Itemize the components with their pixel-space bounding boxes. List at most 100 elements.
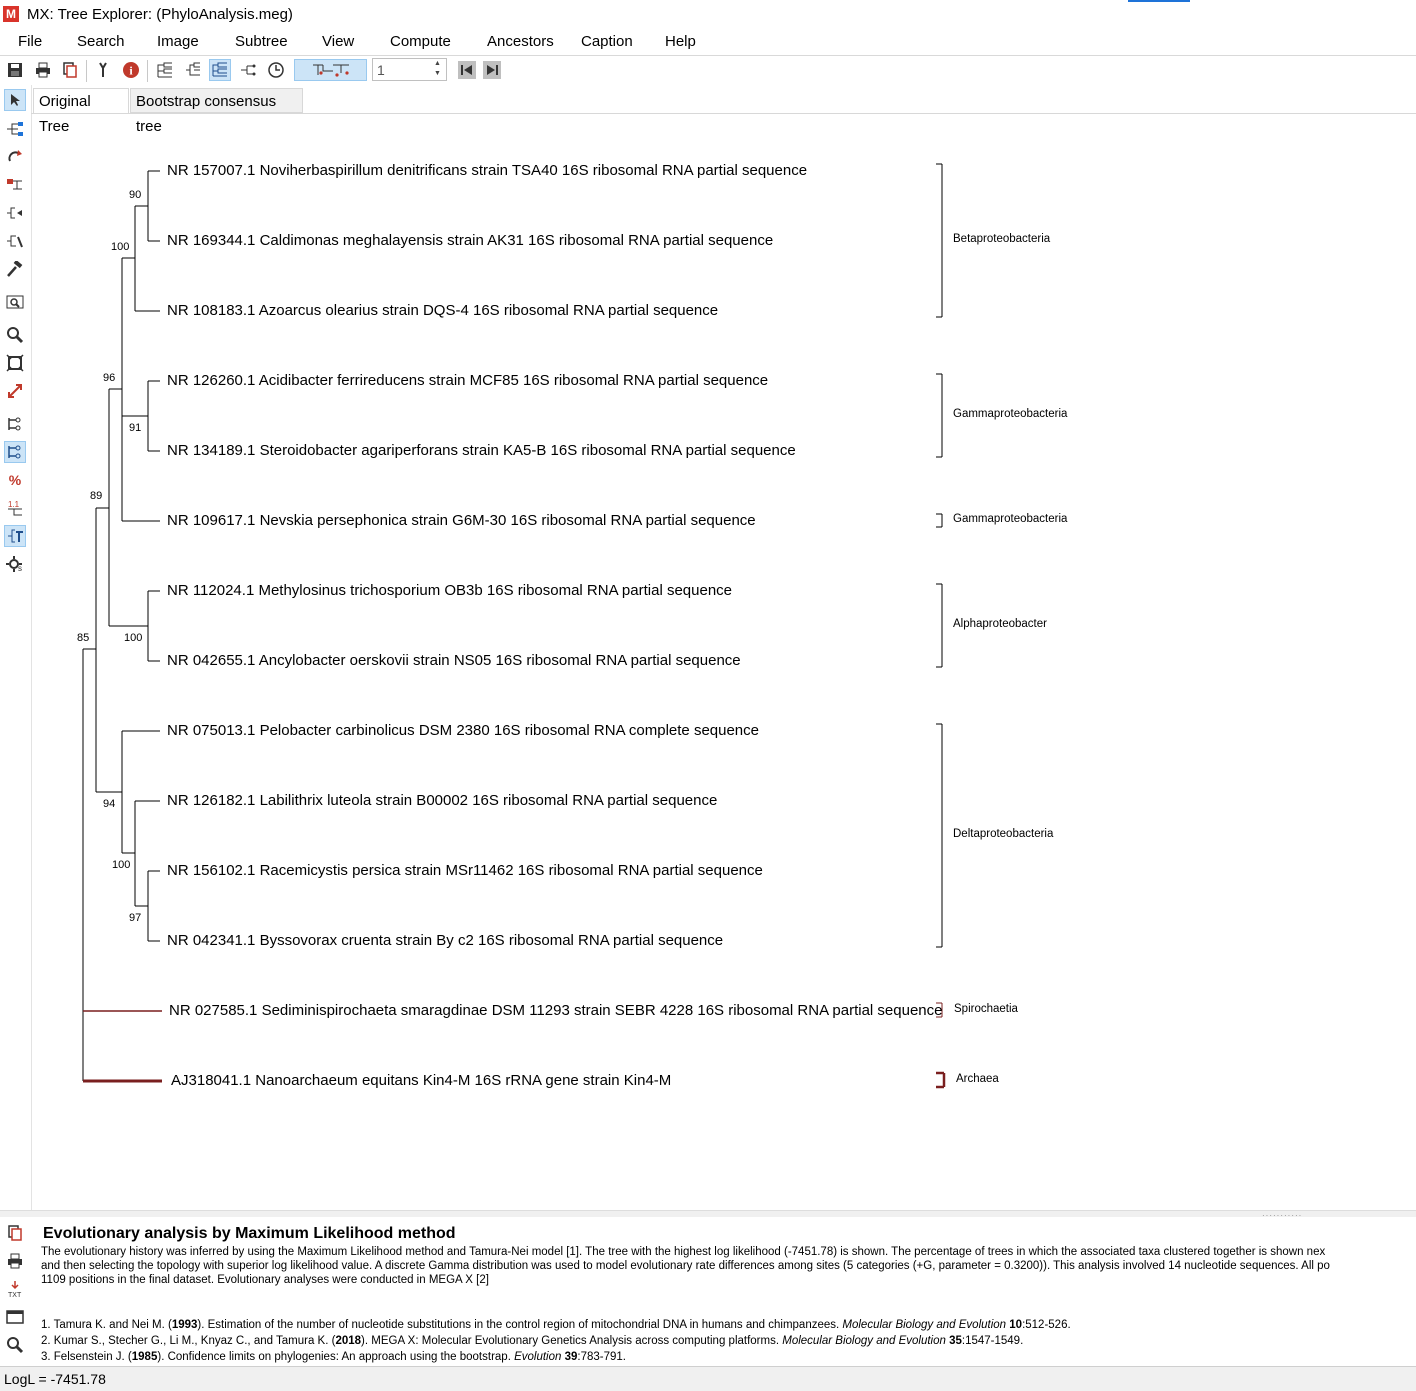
menu-help[interactable]: Help: [665, 33, 696, 50]
caption-window-icon[interactable]: [4, 1306, 26, 1328]
pointer-icon[interactable]: [4, 89, 26, 111]
caption-line-1: The evolutionary history was inferred by…: [41, 1246, 1326, 1258]
bootstrap-value: 94: [103, 798, 116, 810]
taxon-label: NR 027585.1 Sediminispirochaeta smaragdi…: [169, 1002, 943, 1019]
title-accent: [1128, 0, 1190, 2]
menu-search[interactable]: Search: [77, 33, 125, 50]
taxon-label: NR 126182.1 Labilithrix luteola strain B…: [167, 792, 718, 809]
copy-icon[interactable]: [59, 59, 81, 81]
spinner-arrows-icon[interactable]: ▲ ▼: [429, 59, 446, 80]
clade-label: Alphaproteobacter: [953, 618, 1047, 630]
save-icon[interactable]: [4, 59, 26, 81]
rectangular-tree-icon[interactable]: [209, 59, 231, 81]
next-tree-icon[interactable]: [481, 59, 503, 81]
circle-tree-icon[interactable]: [237, 59, 259, 81]
app-logo-icon: M: [3, 6, 19, 22]
menu-subtree[interactable]: Subtree: [235, 33, 288, 50]
reference-1: 1. Tamura K. and Nei M. (1993). Estimati…: [41, 1319, 1071, 1331]
fit-window-icon[interactable]: [4, 352, 26, 374]
zoom-window-icon[interactable]: [4, 291, 26, 313]
caption-title: Evolutionary analysis by Maximum Likelih…: [43, 1225, 456, 1242]
taxon-label: NR 134189.1 Steroidobacter agariperforan…: [167, 442, 796, 459]
previous-tree-icon[interactable]: [456, 59, 478, 81]
menu-ancestors[interactable]: Ancestors: [487, 33, 554, 50]
compress-subtree-icon[interactable]: [4, 202, 26, 224]
left-toolbar: % 1.1 s: [0, 85, 32, 1210]
tree-number-spinner[interactable]: 1 ▲ ▼: [372, 58, 447, 81]
taxon-label: NR 157007.1 Noviherbaspirillum denitrifi…: [167, 162, 808, 179]
settings-tree-icon[interactable]: s: [4, 553, 26, 575]
caption-splitter[interactable]: [0, 1210, 1416, 1217]
bootstrap-value: 100: [124, 632, 143, 644]
menu-compute[interactable]: Compute: [390, 33, 451, 50]
taxon-label: AJ318041.1 Nanoarchaeum equitans Kin4-M …: [171, 1072, 672, 1089]
taxon-label: NR 112024.1 Methylosinus trichosporium O…: [167, 582, 733, 599]
hammer-icon[interactable]: [4, 258, 26, 280]
clade-label: Gammaproteobacteria: [953, 513, 1068, 525]
clade-label: Archaea: [956, 1073, 999, 1085]
zoom-icon[interactable]: [4, 324, 26, 346]
menu-file[interactable]: File: [18, 33, 42, 50]
caption-line-3: 1109 positions in the final dataset. Evo…: [41, 1274, 489, 1286]
taxon-label: NR 108183.1 Azoarcus olearius strain DQS…: [167, 302, 719, 319]
bootstrap-value: 85: [77, 632, 90, 644]
traditional-tree-icon[interactable]: [154, 59, 176, 81]
tab-original-tree[interactable]: Original Tree: [33, 88, 129, 135]
taxon-label: NR 042655.1 Ancylobacter oerskovii strai…: [167, 652, 741, 669]
splitter-grip[interactable]: ···········: [1262, 1211, 1302, 1220]
bootstrap-value: 91: [129, 422, 142, 434]
resize-icon[interactable]: [4, 380, 26, 402]
taxon-label: NR 169344.1 Caldimonas meghalayensis str…: [167, 232, 774, 249]
show-names-icon[interactable]: [4, 525, 26, 547]
spinner-value: 1: [377, 62, 385, 78]
caption-zoom-icon[interactable]: [4, 1334, 26, 1356]
menu-caption[interactable]: Caption: [581, 33, 633, 50]
taxon-label: NR 075013.1 Pelobacter carbinolicus DSM …: [167, 722, 759, 739]
percent-icon[interactable]: %: [4, 469, 26, 491]
swap-subtree-icon[interactable]: [4, 146, 26, 168]
caption-line-2: and then selecting the topology with sup…: [41, 1260, 1330, 1272]
bootstrap-value: 96: [103, 372, 116, 384]
taxon-label: NR 156102.1 Racemicystis persica strain …: [167, 862, 763, 879]
subtree-drawing-options-icon[interactable]: [4, 230, 26, 252]
svg-text:s: s: [18, 564, 22, 573]
show-bootstrap-icon[interactable]: [4, 441, 26, 463]
clade-label: Spirochaetia: [954, 1003, 1018, 1015]
tab-bootstrap-consensus[interactable]: Bootstrap consensus tree: [130, 88, 303, 135]
info-icon[interactable]: i: [120, 59, 142, 81]
caption-panel: Evolutionary analysis by Maximum Likelih…: [41, 1224, 1416, 1364]
caption-print-icon[interactable]: [4, 1250, 26, 1272]
clade-label: Betaproteobacteria: [953, 233, 1051, 245]
tree-canvas[interactable]: NR 157007.1 Noviherbaspirillum denitrifi…: [31, 113, 1416, 1211]
menu-view[interactable]: View: [322, 33, 354, 50]
taxon-label: NR 042341.1 Byssovorax cruenta strain By…: [167, 932, 724, 949]
reference-3: 3. Felsenstein J. (1985). Confidence lim…: [41, 1351, 627, 1363]
root-tree-icon[interactable]: [4, 174, 26, 196]
menu-bar: File Search Image Subtree View Compute A…: [0, 30, 1416, 54]
bootstrap-value: 100: [112, 859, 131, 871]
topology-only-icon[interactable]: [4, 413, 26, 435]
reference-2: 2. Kumar S., Stecher G., Li M., Knyaz C.…: [41, 1335, 1024, 1347]
radiation-tree-icon[interactable]: [182, 59, 204, 81]
caption-copy-icon[interactable]: [4, 1222, 26, 1244]
options-icon[interactable]: [92, 59, 114, 81]
caption-export-txt-icon[interactable]: TXT: [4, 1278, 26, 1300]
svg-text:1.1: 1.1: [8, 500, 20, 509]
title-bar: M MX: Tree Explorer: (PhyloAnalysis.meg): [0, 0, 1416, 30]
log-likelihood-status: LogL = -7451.78: [4, 1371, 106, 1387]
menu-image[interactable]: Image: [157, 33, 199, 50]
timetree-icon[interactable]: [265, 59, 287, 81]
svg-text:TXT: TXT: [8, 1292, 22, 1298]
bootstrap-value: 100: [111, 241, 130, 253]
bootstrap-value: 89: [90, 490, 103, 502]
branch-length-icon[interactable]: 1.1: [4, 497, 26, 519]
toolbar: i: [0, 55, 1416, 86]
print-icon[interactable]: [32, 59, 54, 81]
caption-toolbar: TXT: [0, 1216, 31, 1364]
bootstrap-value: 97: [129, 912, 142, 924]
flip-subtree-icon[interactable]: [4, 118, 26, 140]
status-bar: LogL = -7451.78: [0, 1366, 1416, 1391]
compare-tree-icon[interactable]: [294, 59, 367, 81]
bootstrap-value: 90: [129, 189, 142, 201]
clade-label: Deltaproteobacteria: [953, 828, 1054, 840]
